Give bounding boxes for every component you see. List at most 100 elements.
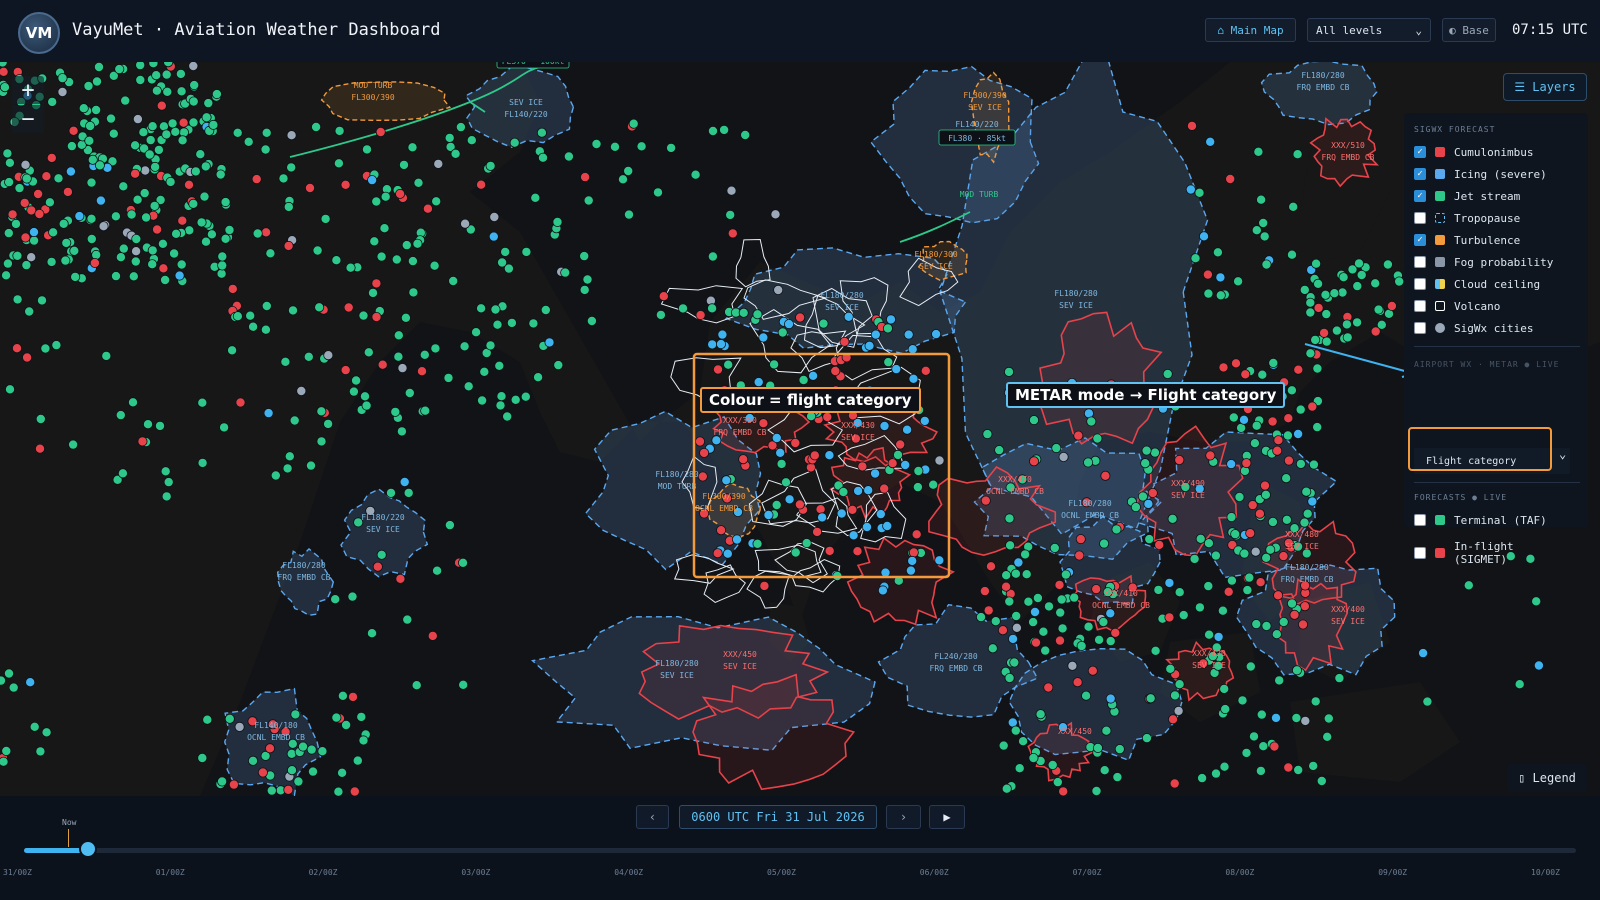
- station-dot: [118, 243, 129, 254]
- station-dot: [203, 98, 214, 109]
- station-dot: [1234, 491, 1245, 502]
- station-dot: [130, 168, 141, 179]
- layer-toggle-in-flight-sigmet[interactable]: In-flight (SIGMET): [1414, 538, 1584, 568]
- map-label: SEV ICE: [723, 662, 757, 671]
- station-dot: [777, 327, 788, 338]
- station-dot: [1298, 619, 1309, 630]
- color-swatch: [1435, 147, 1445, 157]
- checkbox[interactable]: [1414, 300, 1426, 312]
- station-dot: [1226, 575, 1237, 586]
- station-dot: [135, 74, 146, 85]
- station-dot: [303, 351, 314, 362]
- checkbox[interactable]: ✓: [1414, 234, 1426, 246]
- layer-label: Jet stream: [1454, 189, 1521, 203]
- station-dot: [726, 185, 737, 196]
- station-dot: [208, 119, 219, 130]
- station-dot: [1256, 194, 1267, 205]
- station-dot: [817, 512, 828, 523]
- layer-toggle-icing-severe[interactable]: ✓ Icing (severe): [1414, 164, 1584, 184]
- time-slider-fill: [24, 848, 88, 853]
- layer-toggle-sigwx-cities[interactable]: SigWx cities: [1414, 318, 1584, 338]
- station-dot: [1287, 598, 1298, 609]
- station-dot: [1215, 272, 1226, 283]
- checkbox[interactable]: [1414, 256, 1426, 268]
- map-label: XXX/410: [1104, 589, 1138, 598]
- station-dot: [356, 711, 367, 722]
- station-dot: [980, 495, 991, 506]
- checkbox[interactable]: ✓: [1414, 146, 1426, 158]
- station-dot: [1028, 617, 1039, 628]
- station-dot: [1187, 120, 1198, 131]
- layer-toggle-cloud-ceiling[interactable]: Cloud ceiling: [1414, 274, 1584, 294]
- layer-toggle-terminal-taf[interactable]: Terminal (TAF): [1414, 510, 1584, 530]
- station-dot: [371, 196, 382, 207]
- station-dot: [979, 586, 990, 597]
- station-dot: [147, 121, 158, 132]
- chevron-down-icon[interactable]: ⌄: [1559, 447, 1566, 461]
- play-button[interactable]: ▶: [929, 805, 965, 829]
- station-dot: [65, 166, 76, 177]
- utc-clock: 07:15 UTC: [1512, 22, 1588, 38]
- station-dot: [162, 86, 173, 97]
- checkbox[interactable]: ✓: [1414, 190, 1426, 202]
- map-canvas[interactable]: MOD TURB FL300/390 SEV ICE FL140/220 FL370 ·…: [0, 62, 1600, 796]
- station-dot: [21, 173, 32, 184]
- layer-toggle-cumulonimbus[interactable]: ✓ Cumulonimbus: [1414, 142, 1584, 162]
- station-dot: [280, 356, 291, 367]
- flight-category-callout: Colour = flight category: [700, 387, 921, 413]
- station-dot: [1203, 581, 1214, 592]
- station-dot: [290, 709, 301, 720]
- station-dot: [215, 169, 226, 180]
- station-dot: [976, 612, 987, 623]
- station-dot: [1272, 445, 1283, 456]
- station-dot: [413, 177, 424, 188]
- checkbox[interactable]: [1414, 514, 1426, 526]
- time-display[interactable]: 0600 UTC Fri 31 Jul 2026: [679, 805, 877, 829]
- station-dot: [20, 232, 31, 243]
- checkbox[interactable]: [1414, 547, 1426, 559]
- station-dot: [379, 223, 390, 234]
- station-dot: [1370, 326, 1381, 337]
- layer-toggle-turbulence[interactable]: ✓ Turbulence: [1414, 230, 1584, 250]
- time-slider-track[interactable]: [24, 848, 1576, 853]
- station-dot: [85, 121, 96, 132]
- prev-time-button[interactable]: ‹: [636, 805, 669, 829]
- layers-button[interactable]: ☰ Layers: [1503, 73, 1587, 101]
- layer-toggle-volcano[interactable]: Volcano: [1414, 296, 1584, 316]
- map-label: SEV ICE: [968, 103, 1002, 112]
- checkbox[interactable]: [1414, 278, 1426, 290]
- station-dot: [261, 127, 272, 138]
- zoom-in-button[interactable]: +: [12, 76, 44, 104]
- station-dot: [655, 309, 666, 320]
- checkbox[interactable]: [1414, 212, 1426, 224]
- zoom-out-button[interactable]: −: [12, 105, 44, 133]
- next-time-button[interactable]: ›: [886, 805, 921, 829]
- layer-toggle-jet-stream[interactable]: ✓ Jet stream: [1414, 186, 1584, 206]
- weather-map[interactable]: MOD TURB FL300/390 SEV ICE FL140/220 FL370 ·…: [0, 62, 1600, 796]
- station-dot: [37, 295, 48, 306]
- station-dot: [1174, 587, 1185, 598]
- layer-toggle-tropopause[interactable]: Tropopause: [1414, 208, 1584, 228]
- station-dot: [1239, 548, 1250, 559]
- station-dot: [197, 753, 208, 764]
- station-dot: [369, 236, 380, 247]
- station-dot: [248, 321, 259, 332]
- legend-button[interactable]: ▯ Legend: [1507, 764, 1587, 792]
- checkbox[interactable]: [1414, 322, 1426, 334]
- time-slider-handle[interactable]: [79, 840, 98, 858]
- station-dot: [1251, 225, 1262, 236]
- station-dot: [553, 360, 564, 371]
- main-map-button[interactable]: ⌂ Main Map: [1205, 18, 1296, 42]
- station-dot: [1274, 675, 1285, 686]
- map-label: FRQ EMBD CB: [1281, 575, 1334, 584]
- level-select[interactable]: All levels ⌄: [1307, 18, 1431, 42]
- layer-toggle-fog-probability[interactable]: Fog probability: [1414, 252, 1584, 272]
- station-dot: [1150, 645, 1161, 656]
- station-dot: [1074, 550, 1085, 561]
- station-dot: [283, 240, 294, 251]
- basemap-button[interactable]: ◐ Base: [1442, 18, 1496, 42]
- station-dot: [864, 340, 875, 351]
- station-dot: [1001, 581, 1012, 592]
- station-dot: [1273, 590, 1284, 601]
- checkbox[interactable]: ✓: [1414, 168, 1426, 180]
